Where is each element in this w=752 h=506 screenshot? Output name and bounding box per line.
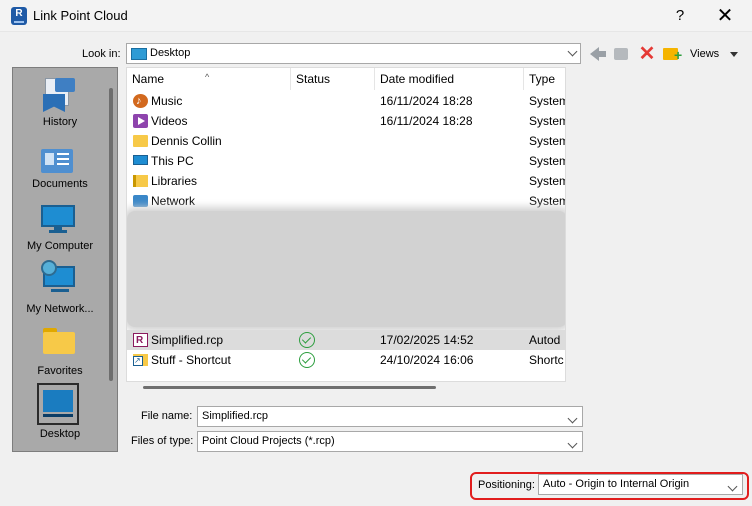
file-type: System	[529, 94, 566, 108]
synced-check-icon	[299, 352, 315, 368]
videos-icon	[133, 114, 148, 128]
chevron-down-icon[interactable]	[567, 410, 578, 429]
file-name-value: Simplified.rcp	[202, 410, 269, 422]
file-type-dropdown[interactable]: Point Cloud Projects (*.rcp)	[197, 431, 583, 452]
positioning-dropdown[interactable]: Auto - Origin to Internal Origin	[538, 474, 743, 495]
file-type: System	[529, 114, 566, 128]
pc-icon	[133, 155, 148, 165]
look-in-value: Desktop	[150, 47, 191, 59]
sort-ascending-icon: ^	[205, 72, 210, 82]
place-label: Favorites	[37, 365, 83, 377]
file-type-label: Files of type:	[131, 435, 194, 447]
look-in-label: Look in:	[82, 48, 121, 60]
place-label: History	[42, 116, 78, 128]
file-type: Shortc	[529, 353, 564, 367]
file-date: 16/11/2024 18:28	[380, 114, 473, 128]
file-type: System	[529, 154, 566, 168]
documents-icon[interactable]	[41, 143, 77, 177]
positioning-value: Auto - Origin to Internal Origin	[543, 478, 690, 490]
file-name: Libraries	[151, 174, 198, 188]
file-type: Autod	[529, 333, 561, 347]
column-header-status[interactable]: Status	[291, 68, 375, 90]
title-bar: R Link Point Cloud ? ✕	[0, 0, 752, 32]
network-icon[interactable]	[41, 260, 77, 294]
file-row-this-pc[interactable]: This PC System	[127, 151, 566, 171]
redacted-region	[127, 211, 565, 327]
desktop-folder-icon	[131, 48, 147, 60]
chevron-down-icon	[567, 46, 578, 58]
back-icon[interactable]	[589, 44, 607, 64]
file-name: Network	[151, 194, 196, 208]
views-button[interactable]: Views	[690, 44, 740, 64]
window-title: Link Point Cloud	[33, 8, 128, 23]
computer-icon[interactable]	[41, 201, 77, 235]
folder-icon	[133, 135, 148, 147]
revit-app-icon: R	[11, 7, 27, 25]
file-row-stuff-shortcut[interactable]: Stuff - Shortcut 24/10/2024 16:06 Shortc	[127, 350, 565, 370]
file-name: Simplified.rcp	[151, 333, 224, 347]
file-name-input[interactable]: Simplified.rcp	[197, 406, 583, 427]
synced-check-icon	[299, 332, 315, 348]
chevron-down-icon	[727, 478, 738, 497]
favorites-icon[interactable]	[41, 326, 77, 360]
place-label: Desktop	[39, 428, 81, 440]
views-label: Views	[690, 48, 720, 60]
close-button[interactable]: ✕	[712, 4, 738, 28]
file-row-music[interactable]: Music 16/11/2024 18:28 System	[127, 91, 566, 111]
file-name: This PC	[151, 154, 194, 168]
file-type: System	[529, 174, 566, 188]
caret-down-icon	[730, 52, 738, 57]
column-header-label: Type	[529, 72, 556, 86]
file-date: 24/10/2024 16:06	[380, 353, 474, 367]
help-button[interactable]: ?	[670, 5, 690, 27]
libraries-icon	[133, 175, 148, 187]
place-label: Documents	[32, 178, 88, 190]
places-bar: History Documents My Computer My Network…	[12, 67, 118, 452]
file-name: Stuff - Shortcut	[151, 353, 231, 367]
chevron-down-icon	[567, 435, 578, 454]
desktop-icon[interactable]	[37, 383, 79, 425]
file-row-libraries[interactable]: Libraries System	[127, 171, 566, 191]
music-icon	[133, 91, 148, 111]
file-name: Dennis Collin	[151, 134, 222, 148]
place-desktop[interactable]: Desktop	[13, 428, 107, 488]
file-date: 16/11/2024 18:28	[380, 94, 473, 108]
file-list: Name ^ Status Date modified Type Music 1…	[126, 67, 566, 382]
look-in-dropdown[interactable]: Desktop	[126, 43, 581, 64]
file-date: 17/02/2025 14:52	[380, 333, 474, 347]
places-scrollbar[interactable]	[109, 88, 113, 381]
place-label: My Computer	[26, 240, 94, 252]
delete-icon[interactable]: ✕	[638, 44, 656, 64]
column-header-label: Name	[132, 72, 165, 86]
shortcut-icon	[133, 354, 148, 366]
file-row-simplified-rcp[interactable]: Simplified.rcp 17/02/2025 14:52 Autod	[127, 330, 565, 351]
file-type-value: Point Cloud Projects (*.rcp)	[202, 435, 335, 447]
file-row-videos[interactable]: Videos 16/11/2024 18:28 System	[127, 111, 566, 131]
column-header-label: Date modified	[380, 72, 455, 86]
column-header-label: Status	[296, 72, 331, 86]
history-icon[interactable]	[41, 78, 77, 112]
file-type: System	[529, 134, 566, 148]
horizontal-scrollbar[interactable]	[143, 386, 436, 389]
place-label: My Network...	[26, 303, 94, 315]
rcp-file-icon	[133, 331, 148, 351]
positioning-label: Positioning:	[478, 479, 535, 491]
file-type: System	[529, 194, 566, 208]
file-name-label: File name:	[141, 410, 193, 422]
column-header-name[interactable]: Name ^	[127, 68, 291, 90]
column-header-date[interactable]: Date modified	[375, 68, 524, 90]
file-row-dennis-collin[interactable]: Dennis Collin System	[127, 131, 566, 151]
file-name: Videos	[151, 114, 188, 128]
column-header-type[interactable]: Type	[524, 68, 565, 90]
new-folder-icon[interactable]	[663, 44, 683, 64]
file-row-network[interactable]: Network System	[127, 191, 566, 211]
network-icon	[133, 195, 148, 207]
up-one-level-icon[interactable]	[612, 44, 630, 64]
file-name: Music	[151, 94, 183, 108]
